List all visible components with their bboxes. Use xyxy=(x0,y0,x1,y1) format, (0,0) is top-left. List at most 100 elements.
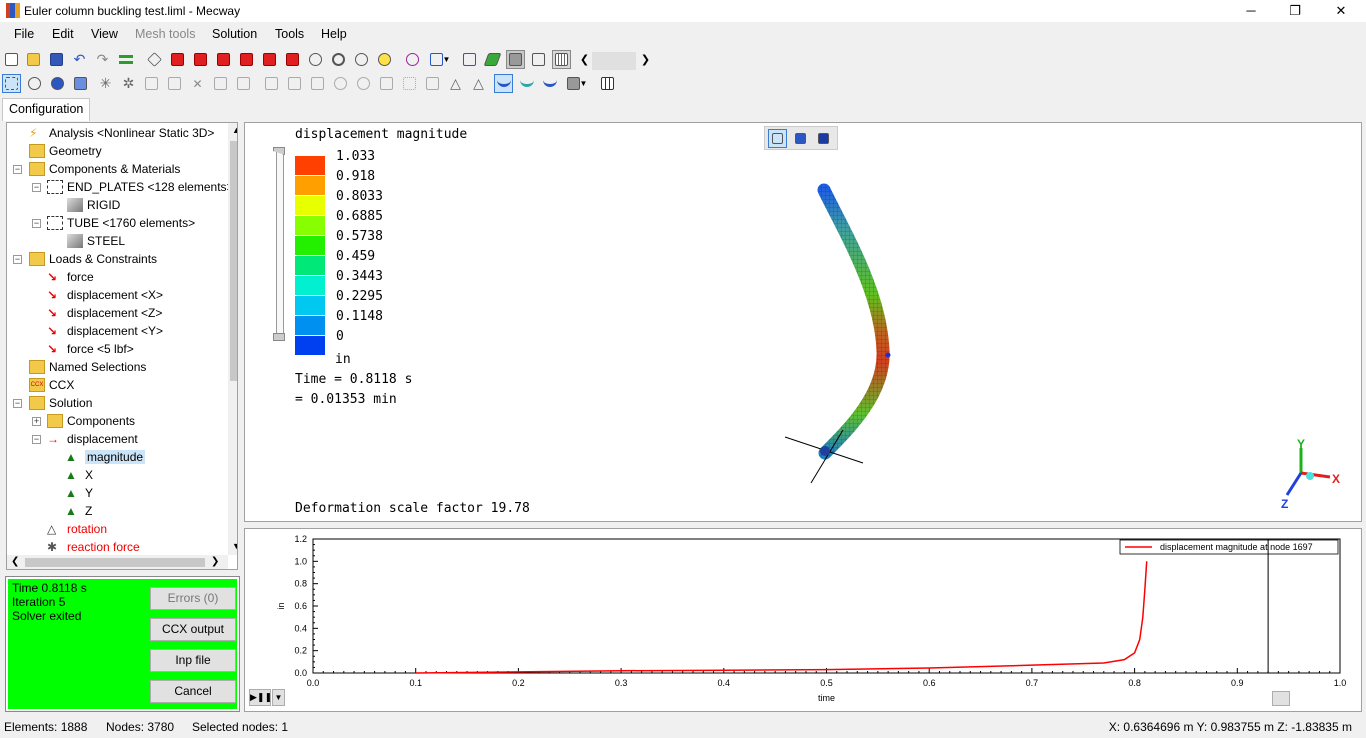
tree-item-force[interactable]: ↘ force xyxy=(47,268,94,286)
view-iso-icon[interactable] xyxy=(145,50,164,69)
tree-item-rigid[interactable]: RIGID xyxy=(67,196,120,214)
tree-item-analysis[interactable]: ⚡ Analysis <Nonlinear Static 3D> xyxy=(29,124,214,142)
menu-file[interactable]: File xyxy=(14,27,34,41)
tree-item-reaction-force[interactable]: ✱ reaction force xyxy=(47,538,140,556)
zoom-icon[interactable] xyxy=(329,50,348,69)
tree-item-components-materials[interactable]: Components & Materials xyxy=(29,160,180,178)
view-right-icon[interactable] xyxy=(237,50,256,69)
tree-item-named-selections[interactable]: Named Selections xyxy=(29,358,146,376)
playback-options-dropdown[interactable]: ▼ xyxy=(272,689,285,706)
tree-item-x[interactable]: ▲ X xyxy=(65,466,93,484)
rotate-icon[interactable] xyxy=(352,50,371,69)
tree-item-solution[interactable]: Solution xyxy=(29,394,92,412)
ccx-output-button[interactable]: CCX output xyxy=(150,618,236,641)
collapse-end-plates-icon[interactable]: − xyxy=(32,183,41,192)
collapse-loads-icon[interactable]: − xyxy=(13,255,22,264)
tree-item-geometry[interactable]: Geometry xyxy=(29,142,102,160)
link-icon[interactable] xyxy=(403,50,422,69)
scroll-right-small-icon[interactable]: ❯ xyxy=(211,556,219,567)
tab-configuration[interactable]: Configuration xyxy=(2,98,90,121)
model-viewport[interactable]: displacement magnitude 1.033 0.918 0.8033 0… xyxy=(244,122,1362,522)
mirror-icon[interactable] xyxy=(423,74,442,93)
scroll-left-small-icon[interactable]: ❮ xyxy=(11,556,19,567)
tree-item-rotation[interactable]: △ rotation xyxy=(47,520,107,538)
mesh-view-icon[interactable] xyxy=(552,50,571,69)
tree-item-tube[interactable]: TUBE <1760 elements> xyxy=(47,214,195,232)
view-bottom-icon[interactable] xyxy=(283,50,302,69)
transform-icon[interactable] xyxy=(211,74,230,93)
errors-button[interactable]: Errors (0) xyxy=(150,587,236,610)
view-front-icon[interactable] xyxy=(168,50,187,69)
align-icon[interactable] xyxy=(234,74,253,93)
menu-edit[interactable]: Edit xyxy=(52,27,74,41)
save-icon[interactable] xyxy=(47,50,66,69)
tree-item-ccx[interactable]: CCX CCX xyxy=(29,376,74,394)
select-icon[interactable] xyxy=(2,74,21,93)
node-select-icon[interactable] xyxy=(25,74,44,93)
nodes-icon[interactable] xyxy=(400,74,419,93)
tree-item-solution-components[interactable]: Components xyxy=(47,412,135,430)
triangle-outline-icon[interactable]: △ xyxy=(469,74,488,93)
tree-item-end-plates[interactable]: END_PLATES <128 elements> xyxy=(47,178,234,196)
explode-icon[interactable]: ✳ xyxy=(96,74,115,93)
face-select-icon[interactable] xyxy=(71,74,90,93)
box-icon[interactable] xyxy=(142,74,161,93)
expand-components-icon[interactable]: + xyxy=(32,417,41,426)
scroll-thumb[interactable] xyxy=(230,141,237,381)
scale-icon[interactable] xyxy=(377,74,396,93)
tree-item-displacement-y[interactable]: ↘ displacement <Y> xyxy=(47,322,163,340)
collapse-tube-icon[interactable]: − xyxy=(32,219,41,228)
pan-icon[interactable] xyxy=(375,50,394,69)
play-pause-button[interactable]: ▶❚❚ xyxy=(249,689,272,706)
time-slider-thumb[interactable] xyxy=(1272,691,1290,706)
probe-icon[interactable] xyxy=(460,50,479,69)
view-back-icon[interactable] xyxy=(191,50,210,69)
scroll-right-icon[interactable]: ❯ xyxy=(636,50,655,69)
revolve-icon[interactable] xyxy=(331,74,350,93)
zoom-fit-icon[interactable] xyxy=(306,50,325,69)
refine-icon[interactable]: ✲ xyxy=(119,74,138,93)
extrude-icon[interactable] xyxy=(308,74,327,93)
merge-nodes-icon[interactable] xyxy=(262,74,281,93)
wireframe-icon[interactable] xyxy=(529,50,548,69)
tree-item-displacement-x[interactable]: ↘ displacement <X> xyxy=(47,286,163,304)
collapse-components-icon[interactable]: − xyxy=(13,165,22,174)
solve-icon[interactable] xyxy=(116,50,135,69)
cube-outline-icon[interactable] xyxy=(165,74,184,93)
undo-icon[interactable]: ↶ xyxy=(70,50,89,69)
tree-item-force-5lbf[interactable]: ↘ force <5 lbf> xyxy=(47,340,134,358)
view-top-icon[interactable] xyxy=(260,50,279,69)
tree-item-displacement[interactable]: → displacement xyxy=(47,430,138,448)
tree-item-magnitude[interactable]: ▲ magnitude xyxy=(65,448,146,466)
contour-icon[interactable] xyxy=(517,74,536,93)
display-options-dropdown-icon[interactable]: ▼ xyxy=(563,74,591,93)
menu-mesh-tools[interactable]: Mesh tools xyxy=(135,27,195,41)
collapse-displacement-icon[interactable]: − xyxy=(32,435,41,444)
menu-help[interactable]: Help xyxy=(321,27,347,41)
scroll-up-icon[interactable]: ▲ xyxy=(232,125,237,135)
maximize-button[interactable]: ❐ xyxy=(1272,0,1318,22)
tree-item-loads-constraints[interactable]: Loads & Constraints xyxy=(29,250,157,268)
vector-icon[interactable] xyxy=(540,74,559,93)
close-button[interactable]: ✕ xyxy=(1318,0,1364,22)
tree-vertical-scrollbar[interactable]: ▲ ▼ xyxy=(228,123,237,555)
triangle-icon[interactable]: △ xyxy=(446,74,465,93)
surface-icon[interactable] xyxy=(483,50,502,69)
select-mode-dropdown-icon[interactable]: ▼ xyxy=(426,50,454,69)
shaded-view-icon[interactable] xyxy=(506,50,525,69)
tree-item-z[interactable]: ▲ Z xyxy=(65,502,92,520)
inp-file-button[interactable]: Inp file xyxy=(150,649,236,672)
deform-view-icon[interactable] xyxy=(494,74,513,93)
element-select-icon[interactable] xyxy=(48,74,67,93)
sweep-icon[interactable] xyxy=(354,74,373,93)
minimize-button[interactable]: ─ xyxy=(1228,0,1274,22)
new-file-icon[interactable] xyxy=(2,50,21,69)
redo-icon[interactable]: ↷ xyxy=(93,50,112,69)
open-folder-icon[interactable] xyxy=(24,50,43,69)
collapse-solution-icon[interactable]: − xyxy=(13,399,22,408)
menu-view[interactable]: View xyxy=(91,27,118,41)
hscroll-thumb[interactable] xyxy=(25,558,205,567)
tree-item-steel[interactable]: STEEL xyxy=(67,232,125,250)
menu-solution[interactable]: Solution xyxy=(212,27,257,41)
tree-horizontal-scrollbar[interactable]: ❮ ❯ xyxy=(7,555,228,569)
